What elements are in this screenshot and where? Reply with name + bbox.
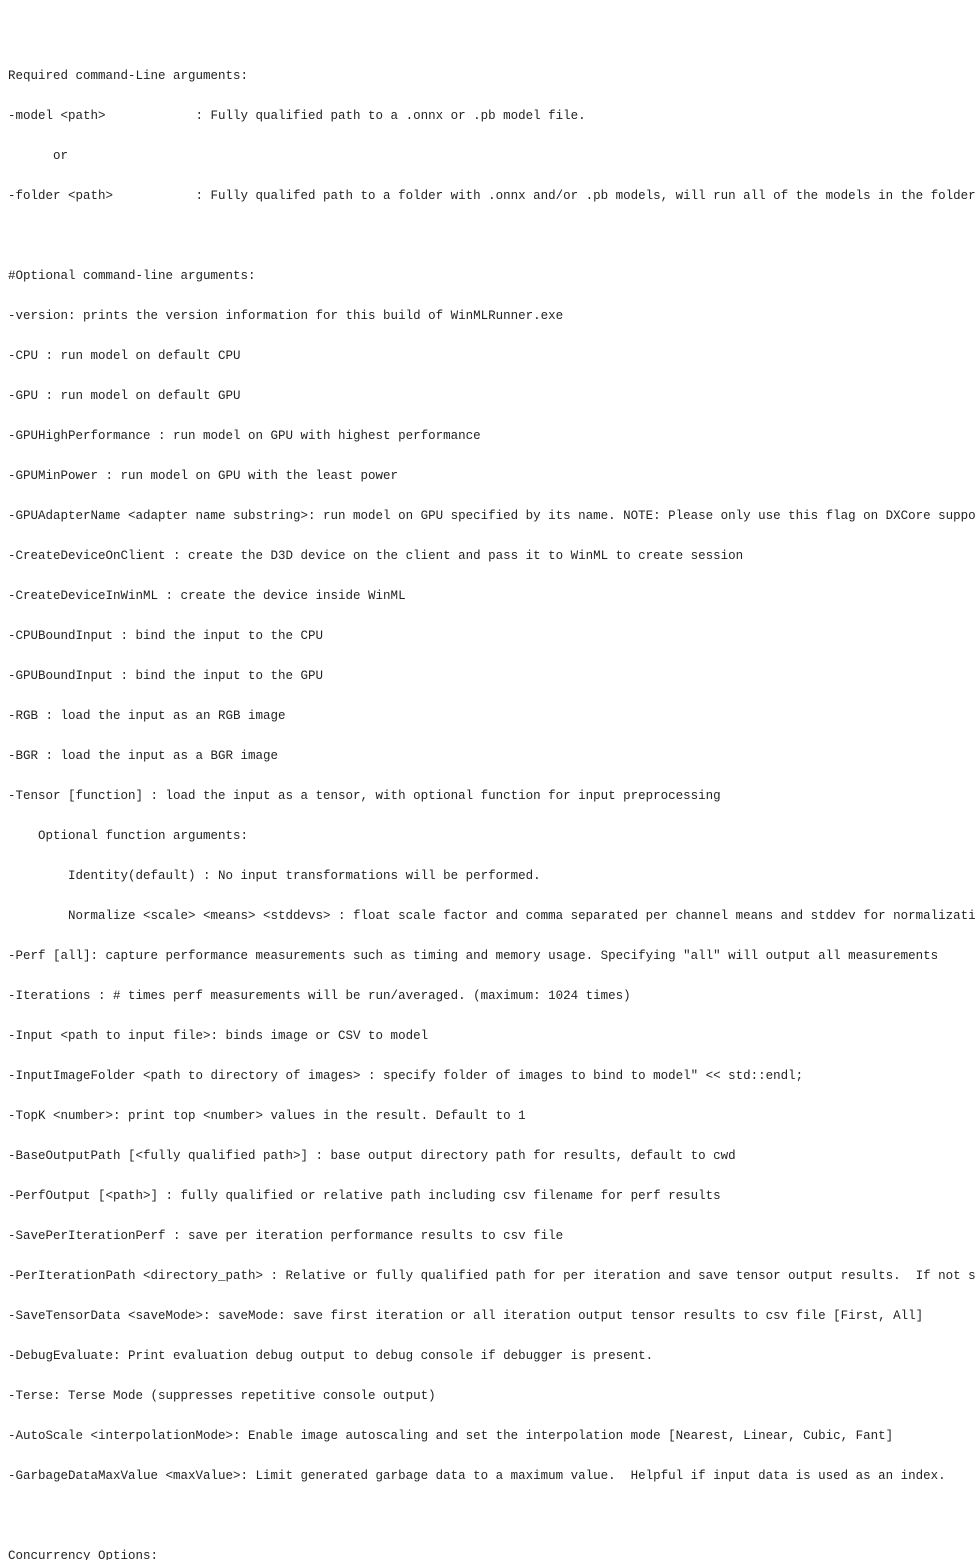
opt-line: -GPUMinPower : run model on GPU with the… bbox=[8, 466, 975, 486]
opt-line: -AutoScale <interpolationMode>: Enable i… bbox=[8, 1426, 975, 1446]
opt-line: -DebugEvaluate: Print evaluation debug o… bbox=[8, 1346, 975, 1366]
opt-line: -Input <path to input file>: binds image… bbox=[8, 1026, 975, 1046]
opt-line: -GPU : run model on default GPU bbox=[8, 386, 975, 406]
opt-line: -PerfOutput [<path>] : fully qualified o… bbox=[8, 1186, 975, 1206]
opt-line: -Tensor [function] : load the input as a… bbox=[8, 786, 975, 806]
opt-line: -TopK <number>: print top <number> value… bbox=[8, 1106, 975, 1126]
opt-line: -CreateDeviceInWinML : create the device… bbox=[8, 586, 975, 606]
opt-line: Normalize <scale> <means> <stddevs> : fl… bbox=[8, 906, 975, 926]
opt-line: -CPU : run model on default CPU bbox=[8, 346, 975, 366]
opt-line: -CreateDeviceOnClient : create the D3D d… bbox=[8, 546, 975, 566]
arg-or: or bbox=[8, 146, 975, 166]
required-heading: Required command-Line arguments: bbox=[8, 66, 975, 86]
opt-line: -InputImageFolder <path to directory of … bbox=[8, 1066, 975, 1086]
blank-line bbox=[8, 1506, 975, 1526]
opt-line: -BGR : load the input as a BGR image bbox=[8, 746, 975, 766]
opt-line: -CPUBoundInput : bind the input to the C… bbox=[8, 626, 975, 646]
opt-line: -SavePerIterationPerf : save per iterati… bbox=[8, 1226, 975, 1246]
opt-line: -GarbageDataMaxValue <maxValue>: Limit g… bbox=[8, 1466, 975, 1486]
concurrency-heading: Concurrency Options: bbox=[8, 1546, 975, 1560]
opt-line: -SaveTensorData <saveMode>: saveMode: sa… bbox=[8, 1306, 975, 1326]
opt-line: -GPUHighPerformance : run model on GPU w… bbox=[8, 426, 975, 446]
opt-line: -GPUAdapterName <adapter name substring>… bbox=[8, 506, 975, 526]
opt-line: Identity(default) : No input transformat… bbox=[8, 866, 975, 886]
opt-line: -GPUBoundInput : bind the input to the G… bbox=[8, 666, 975, 686]
arg-folder: -folder <path> : Fully qualifed path to … bbox=[8, 186, 975, 206]
opt-line: -PerIterationPath <directory_path> : Rel… bbox=[8, 1266, 975, 1286]
opt-line: -version: prints the version information… bbox=[8, 306, 975, 326]
opt-line: -BaseOutputPath [<fully qualified path>]… bbox=[8, 1146, 975, 1166]
opt-line: -RGB : load the input as an RGB image bbox=[8, 706, 975, 726]
opt-line: -Terse: Terse Mode (suppresses repetitiv… bbox=[8, 1386, 975, 1406]
arg-model: -model <path> : Fully qualified path to … bbox=[8, 106, 975, 126]
opt-line: -Iterations : # times perf measurements … bbox=[8, 986, 975, 1006]
optional-heading: #Optional command-line arguments: bbox=[8, 266, 975, 286]
opt-line: Optional function arguments: bbox=[8, 826, 975, 846]
opt-line: -Perf [all]: capture performance measure… bbox=[8, 946, 975, 966]
blank-line bbox=[8, 226, 975, 246]
